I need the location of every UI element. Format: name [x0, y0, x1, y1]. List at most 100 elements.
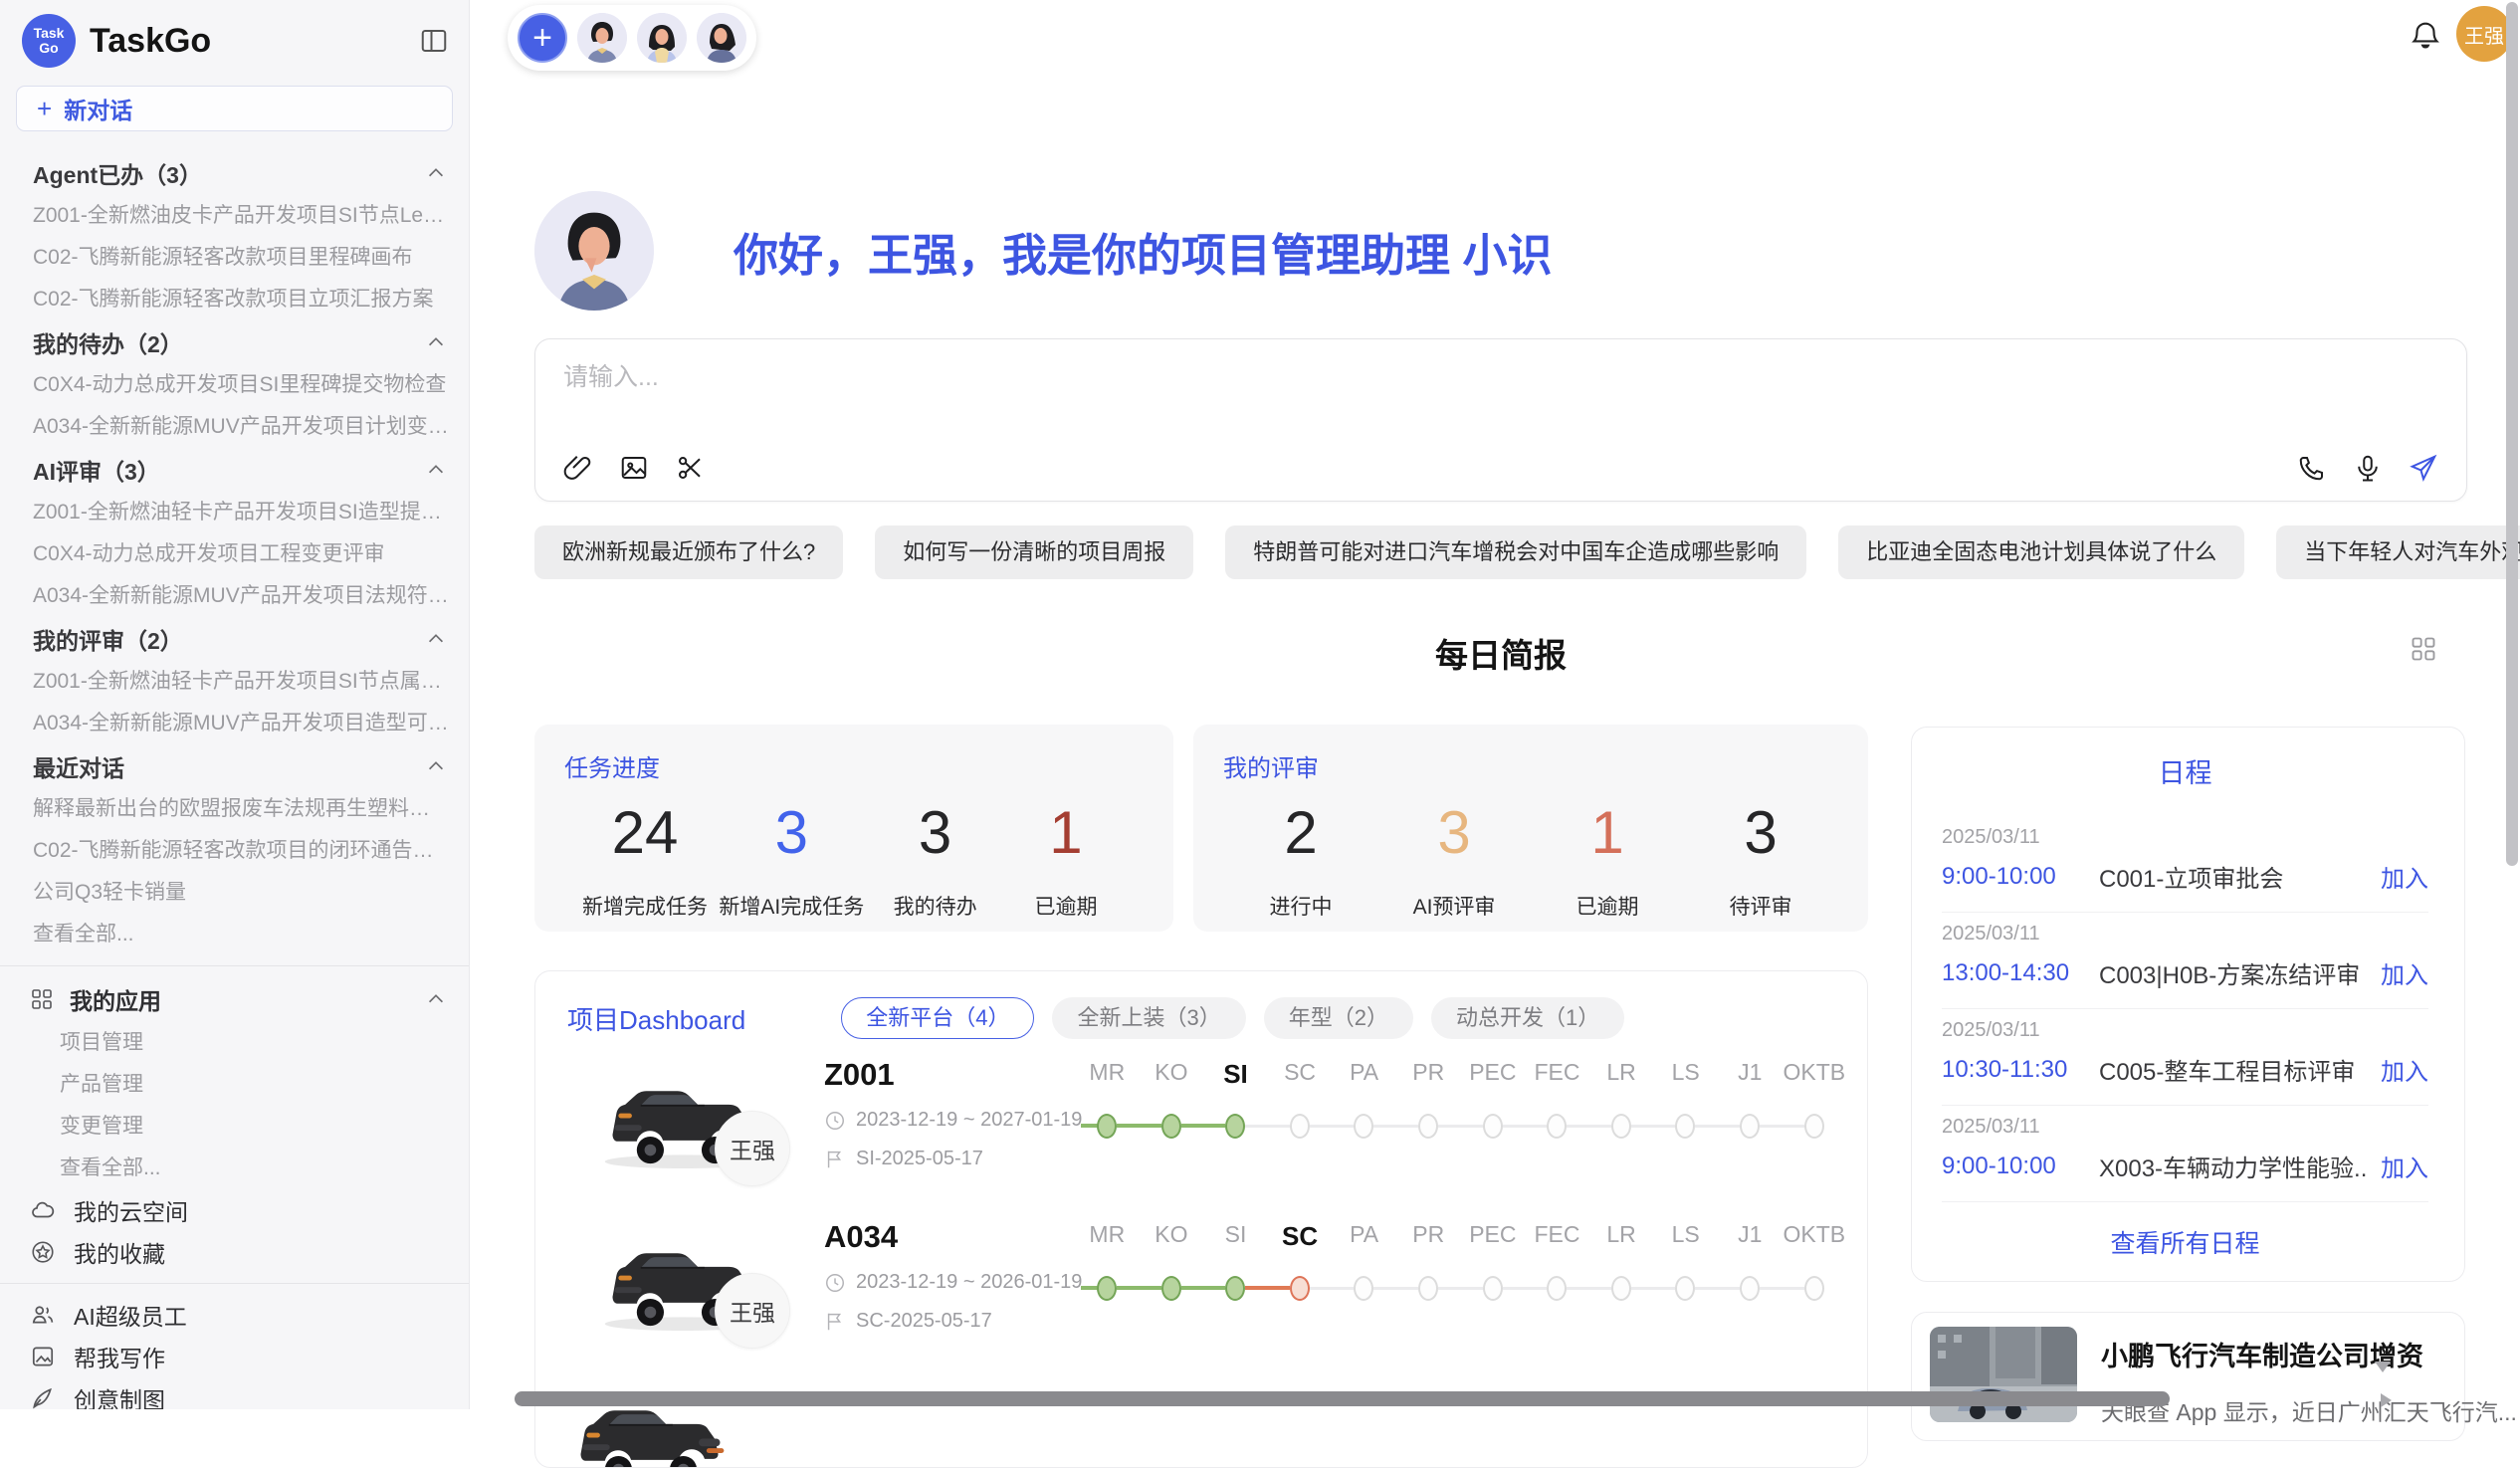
- sidebar-app-item[interactable]: 项目管理: [0, 1022, 469, 1064]
- sidebar-section-header[interactable]: AI评审（3）: [0, 448, 469, 492]
- sidebar-app-item[interactable]: 变更管理: [0, 1106, 469, 1148]
- sidebar-section-header[interactable]: 我的待办（2）: [0, 320, 469, 364]
- stat-item: 3我的待办: [876, 801, 995, 921]
- dashboard-tab[interactable]: 全新上装（3）: [1052, 997, 1245, 1039]
- send-icon[interactable]: [2409, 453, 2438, 483]
- schedule-date: 2025/03/11: [1942, 923, 2428, 945]
- sidebar-item[interactable]: C0X4-动力总成开发项目工程变更评审: [0, 533, 469, 575]
- schedule-join-link[interactable]: 加入: [2381, 1052, 2428, 1087]
- milestone-connector: [1117, 1286, 1161, 1290]
- suggestion-chip[interactable]: 特朗普可能对进口汽车增税会对中国车企造成哪些影响: [1225, 525, 1806, 579]
- image-icon[interactable]: [619, 453, 649, 483]
- milestone-label: MR: [1075, 1221, 1140, 1252]
- flag-icon: [824, 1149, 846, 1170]
- schedule-item: 2025/03/1113:00-14:30C003|H0B-方案冻结评审加入: [1942, 913, 2428, 1009]
- notification-bell-icon[interactable]: [2409, 18, 2442, 52]
- agent-avatar-2[interactable]: [637, 13, 687, 63]
- news-title: 小鹏飞行汽车制造公司增资: [2101, 1335, 2517, 1373]
- agent-avatar-1[interactable]: [577, 13, 627, 63]
- schedule-line: 9:00-10:00X003-车辆动力学性能验...加入: [1942, 1149, 2428, 1183]
- project-dates: 2023-12-19 ~ 2026-01-19: [856, 1271, 1082, 1294]
- add-agent-button[interactable]: +: [518, 13, 567, 63]
- input-toolbar: [563, 453, 2438, 483]
- schedule-join-link[interactable]: 加入: [2381, 1149, 2428, 1183]
- dashboard-tab[interactable]: 动总开发（1）: [1431, 997, 1624, 1039]
- milestone-connector: [1503, 1287, 1548, 1290]
- suggestion-chip[interactable]: 比亚迪全固态电池计划具体说了什么: [1838, 525, 2244, 579]
- project-owner-name: 王强: [730, 1294, 775, 1328]
- horizontal-scrollbar[interactable]: [515, 1391, 2170, 1406]
- schedule-title: 日程: [1942, 751, 2428, 790]
- sidebar-item[interactable]: A034-全新新能源MUV产品开发项目造型可行性评审: [0, 703, 469, 744]
- sidebar-item[interactable]: A034-全新新能源MUV产品开发项目计划变更表编写: [0, 406, 469, 448]
- sidebar-app-item[interactable]: 查看全部...: [0, 1148, 469, 1189]
- vertical-scroll-down-arrow[interactable]: [2375, 1362, 2391, 1372]
- sidebar-collapse-icon[interactable]: [419, 26, 449, 56]
- news-card[interactable]: 小鹏飞行汽车制造公司增资 天眼查 App 显示，近日广州汇天飞行汽...: [1911, 1312, 2465, 1441]
- sidebar-link-star-badge[interactable]: 我的收藏: [0, 1231, 469, 1273]
- suggestion-chip[interactable]: 当下年轻人对汽车外观有怎样的喜好趋势: [2276, 525, 2520, 579]
- project-row[interactable]: 王强Z0012023-12-19 ~ 2027-01-19SI-2025-05-…: [567, 1039, 1867, 1201]
- suggestion-chip[interactable]: 欧洲新规最近颁布了什么?: [534, 525, 843, 579]
- sidebar-item[interactable]: C0X4-动力总成开发项目SI里程碑提交物检查: [0, 364, 469, 406]
- sidebar-link-quill[interactable]: 创意制图: [0, 1377, 469, 1409]
- schedule-join-link[interactable]: 加入: [2381, 859, 2428, 894]
- project-name: A034: [824, 1219, 1082, 1255]
- stat-value: 24: [582, 801, 708, 865]
- sidebar-item[interactable]: A034-全新新能源MUV产品开发项目法规符合性评审: [0, 575, 469, 617]
- milestone-dot: [1611, 1114, 1631, 1139]
- horizontal-scroll-right-arrow[interactable]: [2381, 1393, 2392, 1407]
- schedule-view-all-link[interactable]: 查看所有日程: [1942, 1202, 2428, 1282]
- stat-value: 1: [1006, 801, 1126, 865]
- sidebar-item[interactable]: 公司Q3轻卡销量: [0, 872, 469, 914]
- milestone-connector: [1631, 1287, 1676, 1290]
- sidebar-item[interactable]: C02-飞腾新能源轻客改款项目立项汇报方案: [0, 279, 469, 320]
- sidebar-apps-header[interactable]: 我的应用: [0, 976, 469, 1022]
- attachment-icon[interactable]: [563, 453, 593, 483]
- sidebar-item[interactable]: 解释最新出台的欧盟报废车法规再生塑料比例被调至15%...: [0, 788, 469, 830]
- schedule-date: 2025/03/11: [1942, 826, 2428, 849]
- sidebar-item[interactable]: C02-飞腾新能源轻客改款项目的闭环通告反馈情况: [0, 830, 469, 872]
- schedule-join-link[interactable]: 加入: [2381, 955, 2428, 990]
- sidebar-section-header[interactable]: Agent已办（3）: [0, 151, 469, 195]
- sidebar-item[interactable]: Z001-全新燃油轻卡产品开发项目SI节点属性5D文件评审: [0, 661, 469, 703]
- milestone-label: J1: [1718, 1221, 1783, 1252]
- milestone-dot: [1611, 1276, 1631, 1301]
- sidebar-link-cloud[interactable]: 我的云空间: [0, 1189, 469, 1231]
- dashboard-tab[interactable]: 年型（2）: [1264, 997, 1413, 1039]
- scissors-icon[interactable]: [675, 453, 705, 483]
- logo-line2: Go: [39, 41, 58, 56]
- dashboard-tab[interactable]: 全新平台（4）: [841, 997, 1034, 1039]
- cloud-icon: [30, 1197, 56, 1223]
- sidebar-item[interactable]: Z001-全新燃油皮卡产品开发项目SI节点Lesson Learn报告: [0, 195, 469, 237]
- sidebar-item[interactable]: Z001-全新燃油轻卡产品开发项目SI造型提交物评审: [0, 492, 469, 533]
- sidebar-link-people[interactable]: AI超级员工: [0, 1294, 469, 1336]
- milestone-label: PEC: [1461, 1059, 1526, 1090]
- sidebar-app-item[interactable]: 产品管理: [0, 1064, 469, 1106]
- sidebar-section-header[interactable]: 最近对话: [0, 744, 469, 788]
- milestone-dot: [1354, 1114, 1373, 1139]
- sidebar-link-image-doc[interactable]: 帮我写作: [0, 1336, 469, 1377]
- chevron-up-icon: [425, 459, 447, 481]
- sidebar-section-header[interactable]: 我的评审（2）: [0, 617, 469, 661]
- project-row[interactable]: 王强A0342023-12-19 ~ 2026-01-19SC-2025-05-…: [567, 1201, 1867, 1363]
- chat-input[interactable]: [563, 363, 2438, 392]
- user-avatar[interactable]: 王强: [2456, 6, 2512, 62]
- milestone-connector: [1760, 1125, 1804, 1128]
- phone-icon[interactable]: [2297, 453, 2327, 483]
- microphone-icon[interactable]: [2353, 453, 2383, 483]
- milestone-dot: [1547, 1114, 1567, 1139]
- sidebar-tools: AI超级员工帮我写作创意制图: [0, 1294, 469, 1409]
- milestone-connector: [1503, 1125, 1548, 1128]
- new-chat-button[interactable]: + 新对话: [16, 86, 453, 131]
- sidebar-item[interactable]: C02-飞腾新能源轻客改款项目里程碑画布: [0, 237, 469, 279]
- schedule-name: X003-车辆动力学性能验...: [2099, 1149, 2369, 1183]
- milestone-dot: [1804, 1114, 1824, 1139]
- agent-avatar-3[interactable]: [697, 13, 746, 63]
- briefing-layout-icon[interactable]: [2410, 635, 2437, 663]
- sidebar-item[interactable]: 查看全部...: [0, 914, 469, 955]
- suggestion-chip[interactable]: 如何写一份清晰的项目周报: [875, 525, 1193, 579]
- milestone-label: LR: [1589, 1059, 1654, 1090]
- schedule-date: 2025/03/11: [1942, 1116, 2428, 1139]
- vertical-scrollbar[interactable]: [2506, 2, 2518, 866]
